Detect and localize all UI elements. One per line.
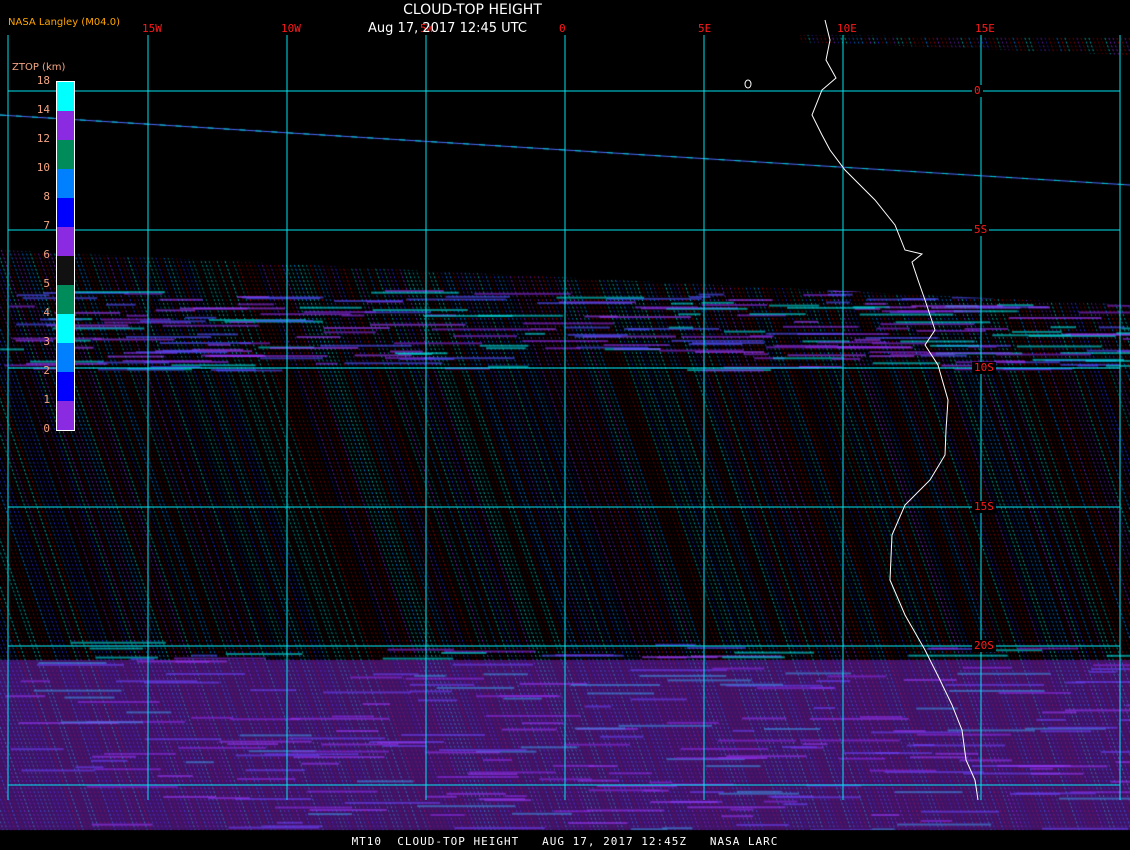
colorbar-segment: [57, 401, 74, 430]
colorbar-tick-label: 0: [43, 422, 50, 435]
map-timestamp: Aug 17, 2017 12:45 UTC: [368, 21, 527, 36]
colorbar-tick-label: 5: [43, 277, 50, 290]
map-overlay: [7, 19, 1121, 801]
colorbar-segment: [57, 140, 74, 169]
colorbar-segment: [57, 314, 74, 343]
latitude-label: 15S: [972, 500, 996, 513]
colorbar-tick-label: 18: [36, 74, 50, 87]
colorbar-segment: [57, 343, 74, 372]
coastline: [811, 19, 979, 801]
colorbar-tick-label: 7: [43, 219, 50, 232]
colorbar-title: ZTOP (km): [12, 62, 66, 73]
colorbar-tick-label: 8: [43, 190, 50, 203]
colorbar-segment: [57, 198, 74, 227]
longitude-label: 15E: [975, 22, 995, 35]
colorbar-tick-label: 4: [43, 306, 50, 319]
latitude-label: 20S: [972, 639, 996, 652]
colorbar-tick-label: 2: [43, 364, 50, 377]
colorbar-segment: [57, 285, 74, 314]
colorbar-segment: [57, 82, 74, 111]
credit-label: NASA Langley (M04.0): [8, 17, 120, 28]
latitude-label: 0: [972, 84, 983, 97]
colorbar-segment: [57, 111, 74, 140]
colorbar-segment: [57, 256, 74, 285]
colorbar-segment: [57, 372, 74, 401]
colorbar-tick-label: 10: [36, 161, 50, 174]
map-title: CLOUD-TOP HEIGHT: [403, 2, 542, 18]
island-outline: [744, 79, 752, 89]
colorbar-segment: [57, 227, 74, 256]
footer-caption: MT10 CLOUD-TOP HEIGHT AUG 17, 2017 12:45…: [0, 835, 1130, 850]
colorbar: [56, 81, 75, 431]
colorbar-tick-label: 6: [43, 248, 50, 261]
graticule: [7, 35, 1121, 800]
colorbar-tick-label: 1: [43, 393, 50, 406]
latitude-label: 5S: [972, 223, 990, 236]
colorbar-tick-label: 14: [36, 103, 50, 116]
colorbar-tick-label: 3: [43, 335, 50, 348]
colorbar-segment: [57, 169, 74, 198]
latitude-label: 10S: [972, 361, 996, 374]
colorbar-tick-label: 12: [36, 132, 50, 145]
